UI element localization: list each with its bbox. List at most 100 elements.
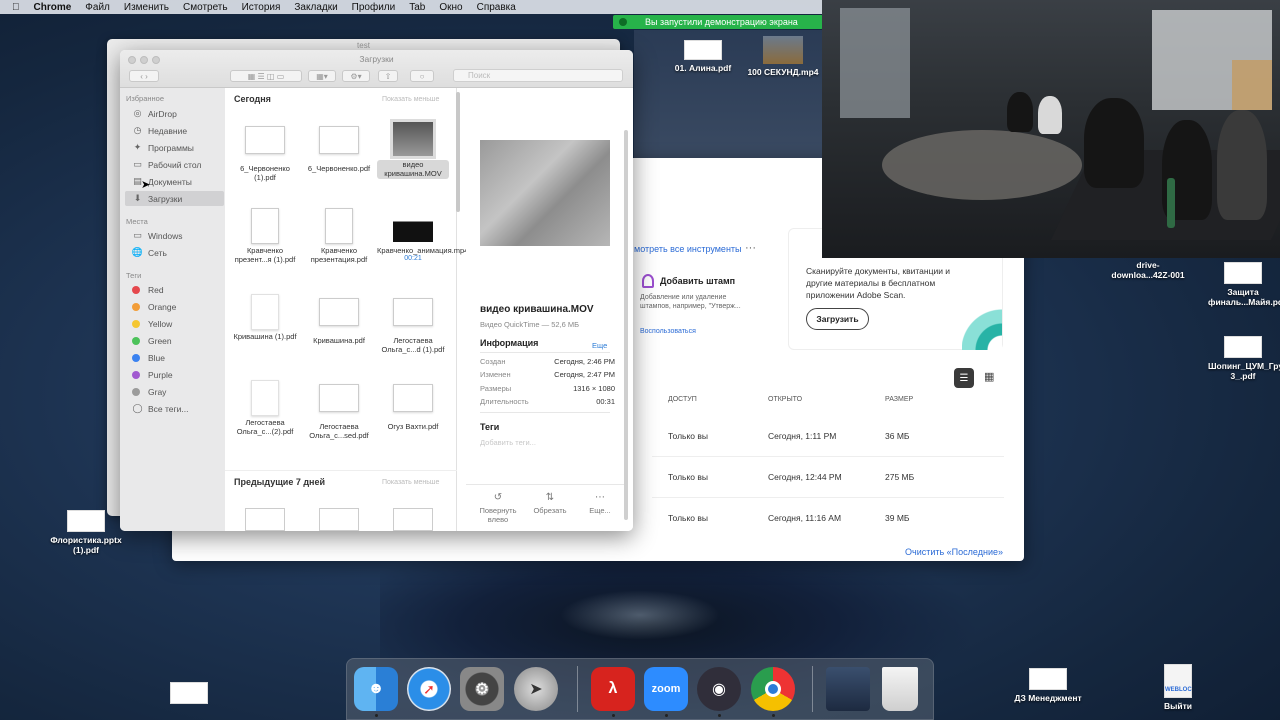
menu-app-name[interactable]: Chrome — [34, 2, 72, 13]
pdf-thumbnail[interactable] — [319, 508, 359, 531]
file-item[interactable]: Кривашина.pdf — [303, 294, 375, 345]
finder-back-title: test — [357, 41, 370, 50]
safari-icon[interactable]: ➚ — [407, 667, 451, 711]
menu-help[interactable]: Справка — [477, 2, 516, 13]
file-item[interactable]: 6_Червоненко (1).pdf — [229, 122, 301, 183]
col-size[interactable]: РАЗМЕР — [885, 396, 913, 403]
desktop-file-icon[interactable]: 01. Алина.pdf — [668, 40, 738, 73]
sidebar-item-network[interactable]: 🌐 Сеть — [132, 245, 224, 260]
desktop-file-icon[interactable]: ДЗ Менеджмент — [1008, 668, 1088, 703]
document-icon — [393, 384, 433, 412]
file-item[interactable]: Кравченко презентация.pdf — [303, 208, 375, 265]
desktop-file-icon[interactable]: drive-downloa...42Z-001 — [1108, 260, 1188, 280]
menu-window[interactable]: Окно — [439, 2, 462, 13]
zoom-icon[interactable]: zoom — [644, 667, 688, 711]
sidebar-tag-orange[interactable]: Orange — [132, 299, 224, 314]
finder-icon[interactable]: ☻ — [354, 667, 398, 711]
trim-button[interactable]: ⇅ Обрезать — [528, 492, 572, 515]
blank-thumbnail — [245, 294, 285, 330]
show-less-link-2[interactable]: Показать меньше — [382, 479, 439, 486]
sidebar-all-tags[interactable]: ◯ Все теги... — [132, 401, 224, 416]
minimized-window-icon[interactable] — [826, 667, 870, 711]
col-opened[interactable]: ОТКРЫТО — [768, 396, 802, 403]
file-grid-scrollbar[interactable] — [456, 92, 460, 212]
file-item[interactable]: Легостаева Ольга_с...sed.pdf — [303, 380, 375, 441]
apple-icon[interactable]:  — [12, 2, 20, 13]
obs-icon[interactable]: ◉ — [697, 667, 741, 711]
group-button[interactable]: ▦▾ — [308, 70, 336, 82]
preview-scrollbar[interactable] — [624, 130, 628, 520]
file-item[interactable]: Легостаева Ольга_с...(2).pdf — [229, 380, 301, 437]
screen-share-banner[interactable]: Вы запустили демонстрацию экрана — [613, 15, 823, 29]
acrobat-icon[interactable]: λ — [591, 667, 635, 711]
view-mode-buttons[interactable]: ▦ ☰ ◫ ▭ — [230, 70, 302, 82]
preview-image — [480, 140, 610, 246]
pdf-thumbnail — [67, 510, 105, 532]
trash-icon[interactable] — [882, 667, 918, 711]
file-item[interactable]: Кривашина (1).pdf — [229, 294, 301, 341]
info-key: Длительность — [480, 397, 529, 406]
menu-profiles[interactable]: Профили — [352, 2, 396, 13]
action-label: Обрезать — [533, 506, 567, 515]
sidebar-item-recents[interactable]: ◷ Недавние — [132, 123, 224, 138]
back-forward-buttons[interactable]: ‹ › — [129, 70, 159, 82]
applications-icon: ✦ — [133, 142, 142, 152]
pdf-thumbnail[interactable] — [393, 508, 433, 531]
finder-window[interactable]: Загрузки ‹ › ▦ ☰ ◫ ▭ ▦▾ ⚙▾ ⇧ ○ ⚲ Поиск И… — [120, 50, 633, 531]
desktop-file-icon[interactable] — [168, 682, 210, 707]
file-item[interactable]: Кравченко_анимация.mp4 00:21 — [377, 208, 468, 262]
system-preferences-icon[interactable]: ⚙ — [460, 667, 504, 711]
search-input[interactable]: Поиск — [453, 69, 623, 82]
upload-button[interactable]: Загрузить — [806, 308, 869, 330]
menu-tab[interactable]: Tab — [409, 2, 425, 13]
sidebar-item-applications[interactable]: ✦ Программы — [132, 140, 224, 155]
launchpad-icon[interactable]: ➤ — [514, 667, 558, 711]
pdf-thumbnail[interactable] — [245, 508, 285, 531]
sidebar-item-desktop[interactable]: ▭ Рабочий стол — [132, 157, 224, 172]
sidebar-tag-green[interactable]: Green — [132, 333, 224, 348]
file-item-selected[interactable]: видео кривашина.MOV — [377, 119, 449, 179]
share-icon[interactable]: ⇧ — [378, 70, 398, 82]
action-gear-icon[interactable]: ⚙▾ — [342, 70, 370, 82]
desktop-file-icon[interactable]: Флористика.pptx (1).pdf — [46, 510, 126, 555]
menu-view[interactable]: Смотреть — [183, 2, 228, 13]
sidebar-tag-yellow[interactable]: Yellow — [132, 316, 224, 331]
chrome-icon[interactable] — [751, 667, 795, 711]
add-tags-input[interactable]: Добавить теги... — [480, 438, 536, 447]
clear-recent-link[interactable]: Очистить «Последние» — [905, 547, 1003, 557]
menu-history[interactable]: История — [242, 2, 281, 13]
see-all-tools-link[interactable]: мотреть все инструменты — [634, 244, 742, 254]
show-less-link[interactable]: Показать меньше — [382, 96, 439, 103]
sidebar-item-airdrop[interactable]: ◎ AirDrop — [132, 106, 224, 121]
menu-bookmarks[interactable]: Закладки — [294, 2, 337, 13]
desktop-file-icon[interactable]: Шопинг_ЦУМ_Группа 3_.pdf — [1208, 336, 1280, 381]
stamp-card-link[interactable]: Воспользоваться — [640, 328, 696, 335]
list-view-icon[interactable]: ☰ — [954, 368, 974, 388]
file-item[interactable]: Кравченко презент...я (1).pdf — [229, 208, 301, 265]
more-tools-icon[interactable]: ··· — [745, 242, 756, 254]
file-item[interactable]: Огуз Вахти.pdf — [377, 380, 449, 431]
rotate-left-button[interactable]: ↺ Повернуть влево — [476, 492, 520, 524]
sidebar-item-downloads[interactable]: ⬇ Загрузки — [125, 191, 224, 206]
grid-view-icon[interactable]: ▦ — [984, 370, 994, 383]
film-icon — [393, 208, 433, 242]
file-item[interactable]: Легостаева Ольга_с...d (1).pdf — [377, 294, 449, 355]
sidebar-tag-purple[interactable]: Purple — [132, 367, 224, 382]
menu-file[interactable]: Файл — [85, 2, 110, 13]
desktop-file-icon[interactable]: Защита финаль...Майя.pdf — [1208, 262, 1280, 307]
sidebar-tag-blue[interactable]: Blue — [132, 350, 224, 365]
sidebar-tag-red[interactable]: Red — [132, 282, 224, 297]
file-item[interactable]: 6_Червоненко.pdf — [303, 122, 375, 173]
tag-icon[interactable]: ○ — [410, 70, 434, 82]
pdf-thumbnail — [245, 208, 285, 244]
menu-edit[interactable]: Изменить — [124, 2, 169, 13]
info-value: 00:31 — [596, 397, 615, 406]
more-actions-button[interactable]: ⋯ Еще... — [578, 492, 622, 515]
sidebar-tag-gray[interactable]: Gray — [132, 384, 224, 399]
adobe-scan-logo-icon — [962, 308, 1002, 350]
sidebar-item-windows[interactable]: ▭ Windows — [132, 228, 224, 243]
col-access[interactable]: ДОСТУП — [668, 396, 697, 403]
info-more-link[interactable]: Еще — [592, 341, 607, 350]
desktop-file-icon[interactable]: 100 СЕКУНД.mp4 — [744, 36, 822, 77]
webloc-file-icon[interactable]: WEBLOC Выйти — [1158, 664, 1198, 711]
